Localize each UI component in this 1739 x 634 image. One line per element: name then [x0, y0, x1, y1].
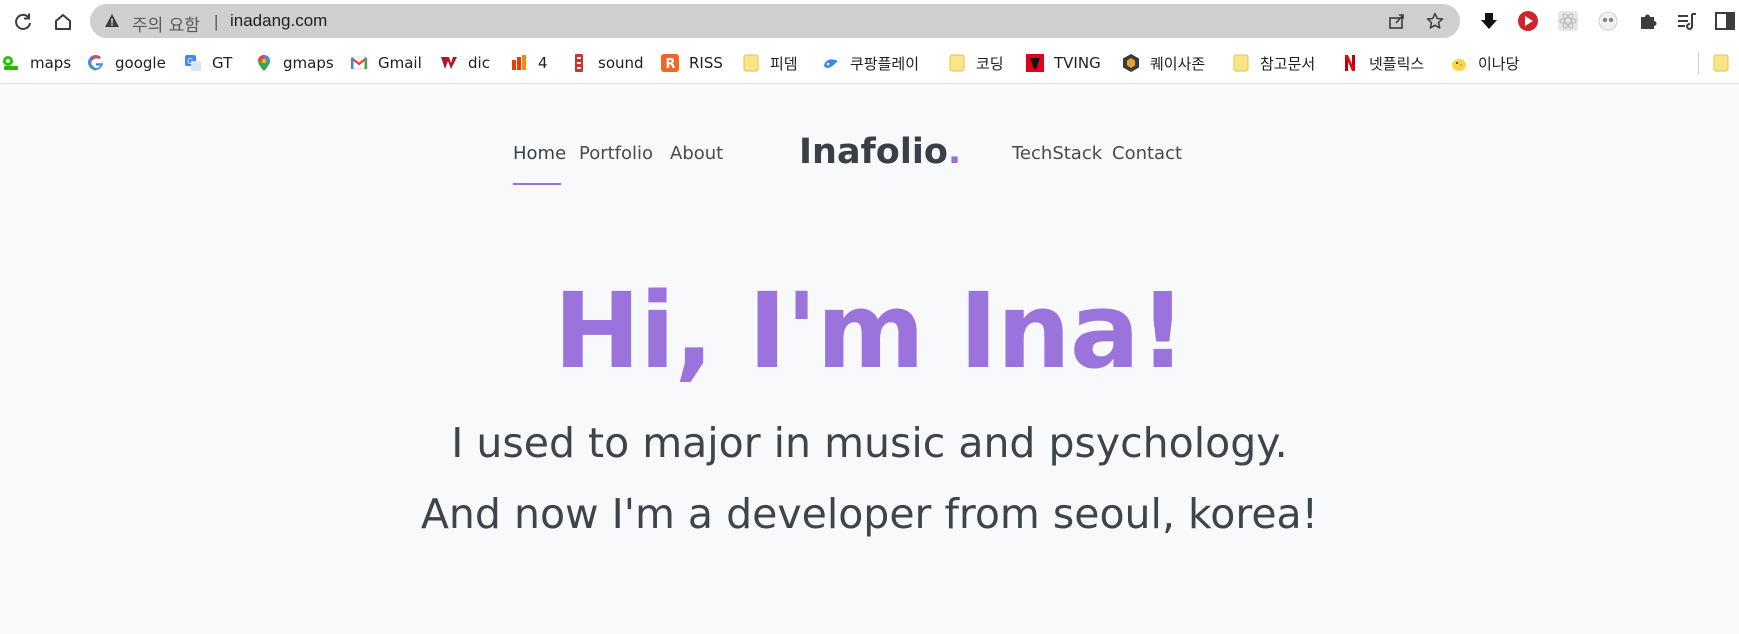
bookmark-inadang[interactable]: 이나당	[1450, 51, 1519, 75]
bookmark-label: 쿠팡플레이	[850, 54, 920, 73]
riss-icon: R	[661, 54, 679, 72]
bookmark-sound[interactable]: sound	[570, 51, 644, 75]
bookmark-quasarzone[interactable]: 퀘이사존	[1122, 51, 1205, 75]
nav-about-link[interactable]: About	[670, 143, 723, 164]
bookmark-gmaps[interactable]: gmaps	[255, 51, 334, 75]
bookmark-tving[interactable]: TVING	[1026, 51, 1101, 75]
dictionary-icon	[441, 57, 457, 69]
bookmark-label: maps	[30, 54, 72, 72]
svg-text:G: G	[187, 57, 193, 66]
bookmark-maps[interactable]: maps	[2, 51, 71, 75]
play-extension-icon[interactable]	[1517, 10, 1539, 32]
bookmark-riss[interactable]: R RISS	[661, 51, 723, 75]
hero-title: Hi, I'm Ina!	[553, 270, 1187, 392]
bookmark-label: GT	[212, 54, 233, 72]
bookmark-folder-coding[interactable]: 코딩	[948, 51, 1004, 75]
bookmark-label: google	[115, 54, 166, 72]
address-bar[interactable]: 주의 요함 | inadang.com	[90, 4, 1460, 38]
bookmark-folder-pidem[interactable]: 피뎀	[742, 51, 798, 75]
folder-icon	[949, 54, 965, 72]
nav-active-indicator	[513, 183, 561, 185]
home-icon[interactable]	[47, 6, 79, 38]
bookmark-label: 넷플릭스	[1369, 54, 1425, 73]
eye-extension-icon[interactable]	[1597, 10, 1619, 32]
bookmark-label: Gmail	[378, 54, 422, 72]
bookmark-label: 참고문서	[1260, 54, 1316, 73]
gmaps-pin-icon	[258, 55, 270, 71]
bookmark-label: TVING	[1054, 54, 1101, 72]
tving-icon	[1026, 54, 1044, 72]
svg-text:R: R	[666, 57, 676, 72]
nav-portfolio-link[interactable]: Portfolio	[579, 143, 653, 164]
bookmark-label: 코딩	[976, 54, 1004, 73]
brand-dot: .	[947, 132, 962, 172]
bookmarks-divider	[1698, 52, 1699, 74]
other-bookmarks-folder-icon[interactable]	[1712, 54, 1730, 72]
quasarzone-icon	[1123, 54, 1139, 72]
share-icon[interactable]	[1388, 12, 1406, 30]
warning-icon	[105, 14, 119, 27]
chick-icon	[1452, 59, 1466, 71]
bookmark-label: dic	[468, 54, 490, 72]
bookmark-label: 피뎀	[770, 54, 798, 73]
webpage-content: Home Portfolio About Inafolio. TechStack…	[0, 85, 1739, 634]
brand-name: Inafolio	[799, 132, 948, 172]
url-text[interactable]: inadang.com	[230, 11, 327, 31]
bookmark-gt[interactable]: G GT	[184, 51, 232, 75]
sound-icon	[575, 54, 583, 72]
bookmark-4[interactable]: 4	[510, 51, 548, 75]
bookmark-netflix[interactable]: 넷플릭스	[1341, 51, 1424, 75]
bookmark-dic[interactable]: dic	[440, 51, 490, 75]
download-extension-icon[interactable]	[1478, 10, 1500, 32]
bookmark-coupang-play[interactable]: 쿠팡플레이	[822, 51, 919, 75]
bookmark-label: 이나당	[1478, 54, 1520, 73]
hero-intro-line: I used to major in music and psychology.	[451, 419, 1288, 467]
folder-icon	[743, 54, 759, 72]
bookmark-label: gmaps	[283, 54, 334, 72]
bookmark-folder-docs[interactable]: 참고문서	[1232, 51, 1315, 75]
nav-techstack-link[interactable]: TechStack	[1012, 143, 1102, 164]
hero-developer-line: And now I'm a developer from seoul, kore…	[420, 490, 1319, 538]
folder-icon	[1233, 54, 1249, 72]
site-logo[interactable]: Inafolio.	[799, 132, 961, 172]
bookmark-gmail[interactable]: Gmail	[350, 51, 422, 75]
bookmark-star-icon[interactable]	[1426, 12, 1444, 30]
bookmark-label: 퀘이사존	[1150, 54, 1206, 73]
side-panel-icon[interactable]	[1714, 10, 1736, 32]
browser-toolbar: 주의 요함 | inadang.com	[0, 0, 1739, 42]
office-icon	[512, 55, 526, 70]
translate-icon: G	[185, 55, 201, 71]
netflix-icon	[1345, 55, 1355, 71]
maps-icon	[3, 56, 18, 70]
extensions-puzzle-icon[interactable]	[1637, 10, 1659, 32]
gmail-icon	[350, 56, 368, 70]
bookmark-label: 4	[538, 54, 548, 72]
react-devtools-icon[interactable]	[1557, 10, 1579, 32]
bookmark-label: RISS	[689, 54, 723, 72]
reading-list-icon[interactable]	[1676, 10, 1698, 32]
nav-home-link[interactable]: Home	[513, 143, 566, 164]
bookmark-label: sound	[598, 54, 644, 72]
bookmark-google[interactable]: google	[87, 51, 166, 75]
nav-contact-link[interactable]: Contact	[1112, 143, 1182, 164]
google-icon	[88, 54, 103, 71]
reload-icon[interactable]	[7, 6, 39, 38]
url-separator: |	[214, 12, 219, 31]
bookmarks-bar: maps google G GT gmaps Gmail dic 4 sound…	[0, 42, 1739, 84]
coupang-play-icon	[824, 59, 838, 68]
security-warning-label: 주의 요함	[132, 16, 200, 36]
